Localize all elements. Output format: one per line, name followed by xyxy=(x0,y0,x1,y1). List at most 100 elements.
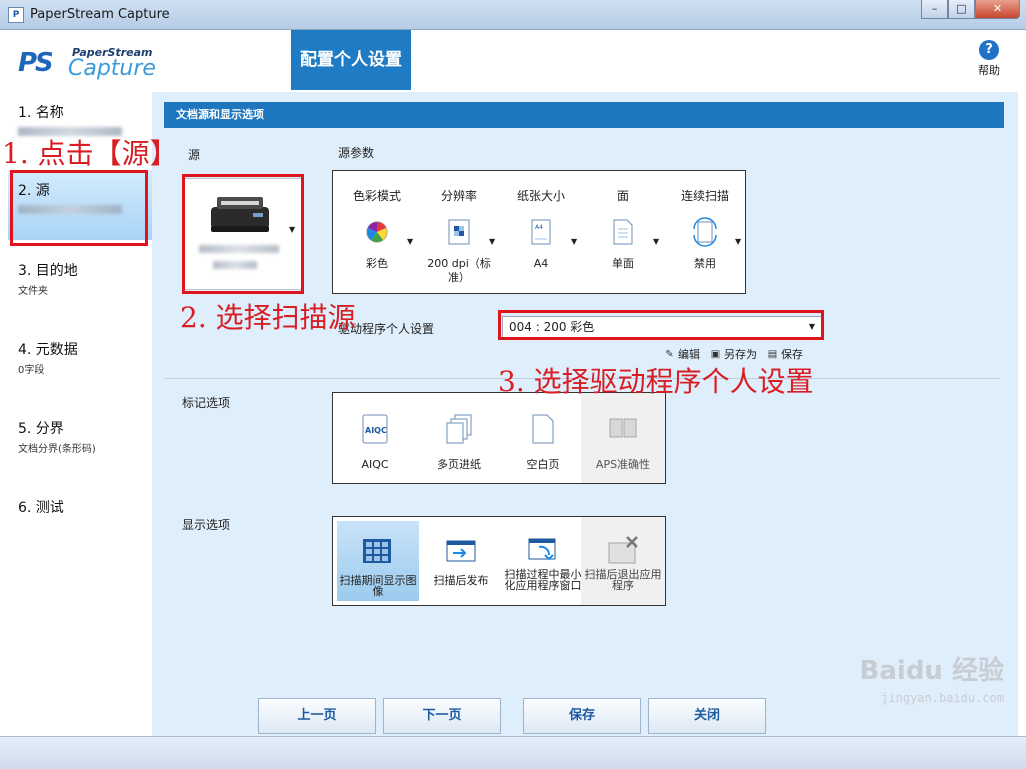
page-title: 配置个人设置 xyxy=(291,30,411,90)
option-multifeed[interactable]: 多页进纸 xyxy=(417,393,501,483)
source-params-label: 源参数 xyxy=(338,146,375,160)
display-options-label: 显示选项 xyxy=(182,518,231,532)
aiqc-icon: AIQC xyxy=(362,414,388,444)
sidebar-item-label: 4. 元数据 xyxy=(18,342,78,358)
mark-options-panel: AIQC AIQC 多页进纸 空白页 APS准确性 xyxy=(332,392,666,484)
param-value: 禁用 xyxy=(694,257,716,270)
aps-icon xyxy=(609,418,637,438)
exit-app-icon xyxy=(608,536,638,564)
previous-button[interactable]: 上一页 xyxy=(258,698,376,734)
option-label: AIQC xyxy=(361,458,389,471)
window-titlebar: P PaperStream Capture – □ ✕ xyxy=(0,0,1026,30)
annotation-box-scanner xyxy=(182,174,304,294)
next-button[interactable]: 下一页 xyxy=(383,698,501,734)
logo-mark: PS xyxy=(18,48,54,78)
svg-text:A4: A4 xyxy=(535,224,543,231)
continuous-scan-icon xyxy=(693,217,717,247)
option-exit-after-scan[interactable]: 扫描后退出应用程序 xyxy=(581,517,665,605)
sidebar-item-sub: 文件夹 xyxy=(18,286,48,297)
section-title: 文档源和显示选项 xyxy=(164,102,1004,128)
param-heading: 分辨率 xyxy=(440,189,477,203)
release-icon xyxy=(446,540,476,562)
paper-size-icon: A4 xyxy=(531,219,551,245)
maximize-button[interactable]: □ xyxy=(948,0,975,19)
svg-text:AIQC: AIQC xyxy=(365,426,387,435)
grid-view-icon xyxy=(363,539,391,563)
option-aps-accuracy[interactable]: APS准确性 xyxy=(581,393,665,483)
option-aiqc[interactable]: AIQC AIQC xyxy=(333,393,417,483)
chevron-down-icon: ▼ xyxy=(407,237,414,246)
option-label: APS准确性 xyxy=(595,458,651,471)
help-label: 帮助 xyxy=(978,64,1000,77)
help-icon: ? xyxy=(979,40,999,60)
chevron-down-icon: ▼ xyxy=(735,237,742,246)
option-blank-page[interactable]: 空白页 xyxy=(501,393,585,483)
watermark-url: jingyan.baidu.com xyxy=(881,691,1004,705)
annotation-step-3: 3. 选择驱动程序个人设置 xyxy=(498,365,814,398)
save-as-icon: ▣ xyxy=(710,348,721,360)
app-header: PS PaperStream Capture 配置个人设置 ? 帮助 xyxy=(8,30,1018,92)
chevron-down-icon: ▼ xyxy=(571,237,578,246)
option-label: 空白页 xyxy=(526,458,560,471)
sidebar-item-label: 1. 名称 xyxy=(18,105,64,121)
color-wheel-icon xyxy=(366,221,388,243)
param-continuous-scan[interactable]: 连续扫描 ▼ 禁用 xyxy=(665,171,745,295)
floppy-icon: ▤ xyxy=(767,348,778,360)
chevron-down-icon: ▼ xyxy=(653,237,660,246)
annotation-box-profile xyxy=(498,310,824,340)
source-params-panel: 色彩模式 ▼ 彩色 分辨率 ▼ 200 dpi（标准） 纸张大小 A4 ▼ A4… xyxy=(332,170,746,294)
option-label: 扫描过程中最小化应用程序窗口 xyxy=(504,568,582,592)
window-title: PaperStream Capture xyxy=(30,7,170,22)
save-button[interactable]: 保存 xyxy=(523,698,641,734)
param-value: 单面 xyxy=(612,257,634,270)
option-label: 扫描期间显示图像 xyxy=(339,574,417,598)
param-side[interactable]: 面 ▼ 单面 xyxy=(583,171,663,295)
param-paper-size[interactable]: 纸张大小 A4 ▼ A4 xyxy=(501,171,581,295)
logo-bottom-text: Capture xyxy=(68,56,156,81)
baidu-watermark: Baidu 经验 jingyan.baidu.com xyxy=(860,650,1004,705)
display-options-panel: 扫描期间显示图像 扫描后发布 扫描过程中最小化应用程序窗口 扫描后退出应用程序 xyxy=(332,516,666,606)
option-show-images[interactable]: 扫描期间显示图像 xyxy=(337,521,419,601)
option-release-after-scan[interactable]: 扫描后发布 xyxy=(419,517,503,605)
annotation-step-1: 1. 点击【源】 xyxy=(2,137,178,170)
window-controls: – □ ✕ xyxy=(921,0,1020,20)
param-heading: 色彩模式 xyxy=(352,189,401,203)
param-heading: 面 xyxy=(616,189,629,203)
option-label: 扫描后退出应用程序 xyxy=(584,568,662,592)
resolution-icon xyxy=(448,219,470,245)
status-bar xyxy=(0,736,1026,769)
option-label: 多页进纸 xyxy=(437,458,481,471)
help-button[interactable]: ? 帮助 xyxy=(978,40,1000,78)
param-resolution[interactable]: 分辨率 ▼ 200 dpi（标准） xyxy=(419,171,499,295)
source-label: 源 xyxy=(188,148,201,162)
pencil-icon: ✎ xyxy=(665,348,674,360)
sidebar-item-label: 3. 目的地 xyxy=(18,263,78,279)
annotation-step-2: 2. 选择扫描源 xyxy=(180,301,356,334)
sidebar-item-label: 6. 测试 xyxy=(18,500,64,516)
annotation-box-source xyxy=(10,170,148,246)
param-heading: 纸张大小 xyxy=(516,189,565,203)
param-value: 200 dpi（标准） xyxy=(427,257,491,284)
single-side-icon xyxy=(613,219,633,245)
param-value: 彩色 xyxy=(366,257,388,270)
option-minimize-window[interactable]: 扫描过程中最小化应用程序窗口 xyxy=(501,517,585,605)
app-icon: P xyxy=(8,7,24,23)
minimize-button[interactable]: – xyxy=(921,0,948,19)
sidebar-item-label: 5. 分界 xyxy=(18,421,64,437)
close-window-button[interactable]: ✕ xyxy=(975,0,1020,19)
sidebar-item-destination[interactable]: 3. 目的地 文件夹 xyxy=(8,250,152,320)
sidebar-item-metadata[interactable]: 4. 元数据 0字段 xyxy=(8,329,152,399)
param-color-mode[interactable]: 色彩模式 ▼ 彩色 xyxy=(337,171,417,295)
watermark-logo: Baidu 经验 xyxy=(859,656,1004,686)
sidebar-item-separation[interactable]: 5. 分界 文档分界(条形码) xyxy=(8,408,152,478)
param-heading: 连续扫描 xyxy=(680,189,729,203)
mark-options-label: 标记选项 xyxy=(182,396,231,410)
sidebar-item-sub: 文档分界(条形码) xyxy=(18,444,96,455)
blank-page-icon xyxy=(532,414,554,444)
param-value: A4 xyxy=(533,257,549,270)
sidebar-item-sub: 0字段 xyxy=(18,365,45,376)
sidebar-item-test[interactable]: 6. 测试 xyxy=(8,487,152,557)
close-button[interactable]: 关闭 xyxy=(648,698,766,734)
minimize-window-icon xyxy=(528,538,556,561)
option-label: 扫描后发布 xyxy=(433,574,489,587)
